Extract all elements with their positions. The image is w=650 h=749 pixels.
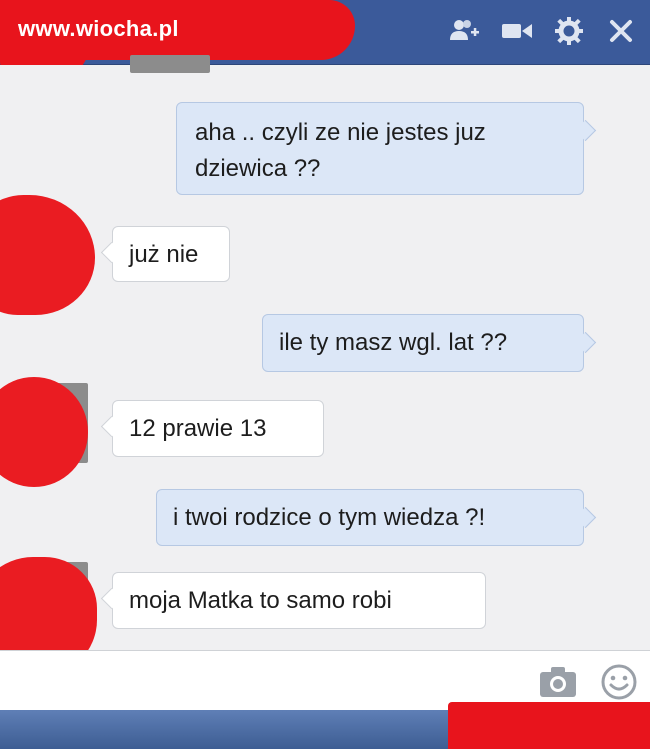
message-text: moja Matka to samo robi: [129, 587, 392, 614]
message-bubble-sent: i twoi rodzice o tym wiedza ?!: [156, 489, 584, 546]
taskbar-strip: [0, 702, 650, 749]
watermark-text: www.wiocha.pl: [18, 16, 179, 41]
video-call-icon[interactable]: [500, 14, 534, 48]
avatar: [130, 55, 210, 73]
chat-header: www.wiocha.pl: [0, 0, 650, 82]
message-text: i twoi rodzice o tym wiedza ?!: [173, 504, 486, 531]
message-text: 12 prawie 13: [129, 415, 267, 442]
message-bubble-sent: ile ty masz wgl. lat ??: [262, 314, 584, 372]
message-bubble-received: moja Matka to samo robi: [112, 572, 486, 629]
message-text: aha .. czyli ze nie jestes juz dziewica …: [195, 119, 486, 182]
close-icon[interactable]: [604, 14, 638, 48]
message-text: już nie: [129, 241, 199, 268]
avatar-redaction: [0, 195, 95, 315]
header-actions: [448, 14, 638, 48]
redaction-mark: [448, 702, 650, 749]
settings-gear-icon[interactable]: [552, 14, 586, 48]
message-bubble-received: 12 prawie 13: [112, 400, 324, 457]
message-bubble-sent: aha .. czyli ze nie jestes juz dziewica …: [176, 102, 584, 195]
chat-thread[interactable]: aha .. czyli ze nie jestes juz dziewica …: [0, 55, 650, 677]
message-text: ile ty masz wgl. lat ??: [279, 329, 508, 356]
message-bubble-received: już nie: [112, 226, 230, 282]
camera-icon[interactable]: [538, 663, 578, 703]
add-friend-icon[interactable]: [448, 14, 482, 48]
emoji-icon[interactable]: [600, 663, 640, 703]
